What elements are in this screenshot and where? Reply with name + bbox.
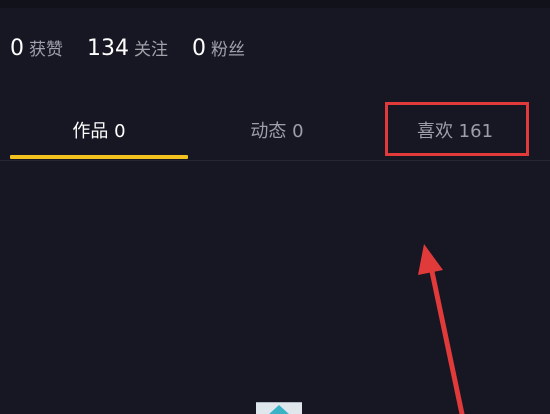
thumbnail-glyph (268, 405, 290, 414)
top-edge (0, 0, 550, 8)
tab-works[interactable]: 作品 0 (10, 104, 188, 156)
stat-value: 0 (10, 36, 24, 61)
stat-label: 关注 (134, 40, 168, 60)
profile-stats: 0 获赞 134 关注 0 粉丝 (10, 30, 269, 66)
stat-following[interactable]: 134 关注 (87, 35, 168, 61)
thumbnail-icon[interactable] (256, 402, 302, 414)
annotation-highlight-box (385, 102, 529, 156)
stat-value: 134 (87, 36, 129, 61)
stat-followers[interactable]: 0 粉丝 (192, 35, 245, 61)
active-tab-indicator (10, 155, 188, 159)
stat-value: 0 (192, 36, 206, 61)
stat-likes-received[interactable]: 0 获赞 (10, 35, 63, 61)
stat-label: 获赞 (29, 40, 63, 60)
tab-dynamic[interactable]: 动态 0 (188, 104, 366, 156)
tab-divider (0, 160, 550, 161)
stat-label: 粉丝 (211, 40, 245, 60)
